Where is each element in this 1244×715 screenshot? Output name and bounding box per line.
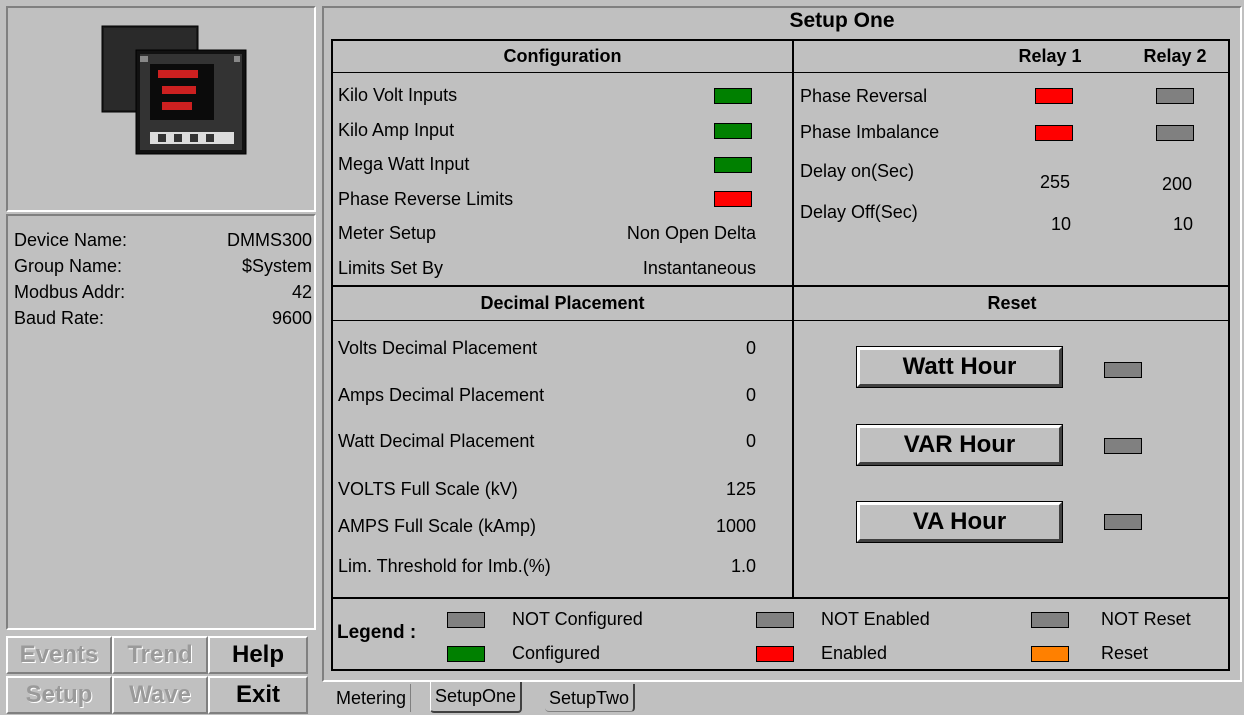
- amps-decimal-value: 0: [745, 385, 756, 405]
- phase-reversal-relay1-indicator: [1035, 88, 1073, 104]
- var-hour-reset-indicator: [1104, 438, 1142, 454]
- relay-2-header: Relay 2: [1143, 46, 1207, 66]
- setup-button[interactable]: Setup: [6, 676, 112, 714]
- delay-on-relay2-value: 200: [1162, 174, 1193, 194]
- limits-set-by-value: Instantaneous: [642, 258, 756, 278]
- volts-decimal-label: Volts Decimal Placement: [338, 338, 538, 358]
- relay-1-header: Relay 1: [1018, 46, 1082, 66]
- watt-decimal-label: Watt Decimal Placement: [338, 431, 535, 451]
- meter-device-image: [101, 25, 247, 155]
- kilo-amp-input-label: Kilo Amp Input: [338, 120, 455, 140]
- device-info-panel: Device Name: DMMS300 Group Name: $System…: [6, 214, 316, 630]
- phase-imbalance-relay2-indicator: [1156, 125, 1194, 141]
- watt-decimal-value: 0: [745, 431, 756, 451]
- legend-reset-label: Reset: [1101, 643, 1149, 663]
- volts-decimal-value: 0: [745, 338, 756, 358]
- legend-not-reset-label: NOT Reset: [1101, 609, 1191, 629]
- baud-rate-value: 9600: [271, 308, 312, 328]
- lim-threshold-label: Lim. Threshold for Imb.(%): [338, 556, 551, 576]
- tab-metering-label: Metering: [336, 688, 407, 708]
- legend-not-enabled-swatch: [756, 612, 794, 628]
- limits-set-by-label: Limits Set By: [338, 258, 444, 278]
- var-hour-reset-button[interactable]: VAR Hour: [857, 425, 1062, 465]
- meter-setup-value: Non Open Delta: [626, 223, 756, 243]
- mega-watt-input-indicator: [714, 157, 752, 173]
- exit-button[interactable]: Exit: [208, 676, 308, 714]
- meter-setup-label: Meter Setup: [338, 223, 437, 243]
- legend-enabled-swatch: [756, 646, 794, 662]
- amps-full-scale-value: 1000: [715, 516, 756, 536]
- kilo-volt-inputs-label: Kilo Volt Inputs: [338, 85, 458, 105]
- tab-setupone[interactable]: SetupOne: [430, 682, 523, 713]
- tab-setuptwo-label: SetupTwo: [549, 688, 630, 708]
- legend-not-reset-swatch: [1031, 612, 1069, 628]
- amps-full-scale-label: AMPS Full Scale (kAmp): [338, 516, 537, 536]
- phase-imbalance-label: Phase Imbalance: [800, 122, 940, 142]
- trend-button[interactable]: Trend: [112, 636, 208, 674]
- watt-hour-reset-indicator: [1104, 362, 1142, 378]
- legend-configured-swatch: [447, 646, 485, 662]
- phase-imbalance-relay1-indicator: [1035, 125, 1073, 141]
- group-name-label: Group Name:: [14, 256, 123, 276]
- tab-setuptwo[interactable]: SetupTwo: [545, 684, 636, 712]
- watt-hour-reset-button[interactable]: Watt Hour: [857, 347, 1062, 387]
- configuration-header: Configuration: [503, 46, 622, 66]
- legend-reset-swatch: [1031, 646, 1069, 662]
- kilo-volt-inputs-indicator: [714, 88, 752, 104]
- legend-title: Legend :: [337, 622, 417, 643]
- delay-on-relay1-value: 255: [1040, 172, 1071, 192]
- volts-full-scale-value: 125: [725, 479, 756, 499]
- delay-off-relay2-value: 10: [1173, 214, 1194, 234]
- tab-metering[interactable]: Metering: [332, 684, 412, 712]
- events-button[interactable]: Events: [6, 636, 112, 674]
- help-button[interactable]: Help: [208, 636, 308, 674]
- legend-not-configured-label: NOT Configured: [512, 609, 643, 629]
- volts-full-scale-label: VOLTS Full Scale (kV): [338, 479, 518, 499]
- mega-watt-input-label: Mega Watt Input: [338, 154, 470, 174]
- legend-not-enabled-label: NOT Enabled: [821, 609, 930, 629]
- va-hour-reset-button[interactable]: VA Hour: [857, 502, 1062, 542]
- va-hour-reset-indicator: [1104, 514, 1142, 530]
- legend-configured-label: Configured: [512, 643, 601, 663]
- modbus-addr-label: Modbus Addr:: [14, 282, 126, 302]
- amps-decimal-label: Amps Decimal Placement: [338, 385, 545, 405]
- baud-rate-label: Baud Rate:: [14, 308, 105, 328]
- device-name-value: DMMS300: [226, 230, 312, 250]
- lim-threshold-value: 1.0: [730, 556, 756, 576]
- phase-reverse-limits-indicator: [714, 191, 752, 207]
- decimal-placement-header: Decimal Placement: [480, 293, 645, 313]
- group-name-value: $System: [241, 256, 312, 276]
- legend-enabled-label: Enabled: [821, 643, 888, 663]
- wave-button[interactable]: Wave: [112, 676, 208, 714]
- reset-header: Reset: [987, 293, 1037, 313]
- kilo-amp-input-indicator: [714, 123, 752, 139]
- phase-reversal-label: Phase Reversal: [800, 86, 928, 106]
- delay-on-label: Delay on(Sec): [800, 161, 915, 181]
- device-name-label: Device Name:: [14, 230, 128, 250]
- phase-reverse-limits-label: Phase Reverse Limits: [338, 189, 514, 209]
- panel-title: Setup One: [789, 9, 895, 32]
- delay-off-relay1-value: 10: [1051, 214, 1072, 234]
- legend-not-configured-swatch: [447, 612, 485, 628]
- phase-reversal-relay2-indicator: [1156, 88, 1194, 104]
- modbus-addr-value: 42: [291, 282, 312, 302]
- tab-setupone-label: SetupOne: [435, 686, 517, 706]
- delay-off-label: Delay Off(Sec): [800, 202, 918, 222]
- device-image-panel: [6, 6, 316, 212]
